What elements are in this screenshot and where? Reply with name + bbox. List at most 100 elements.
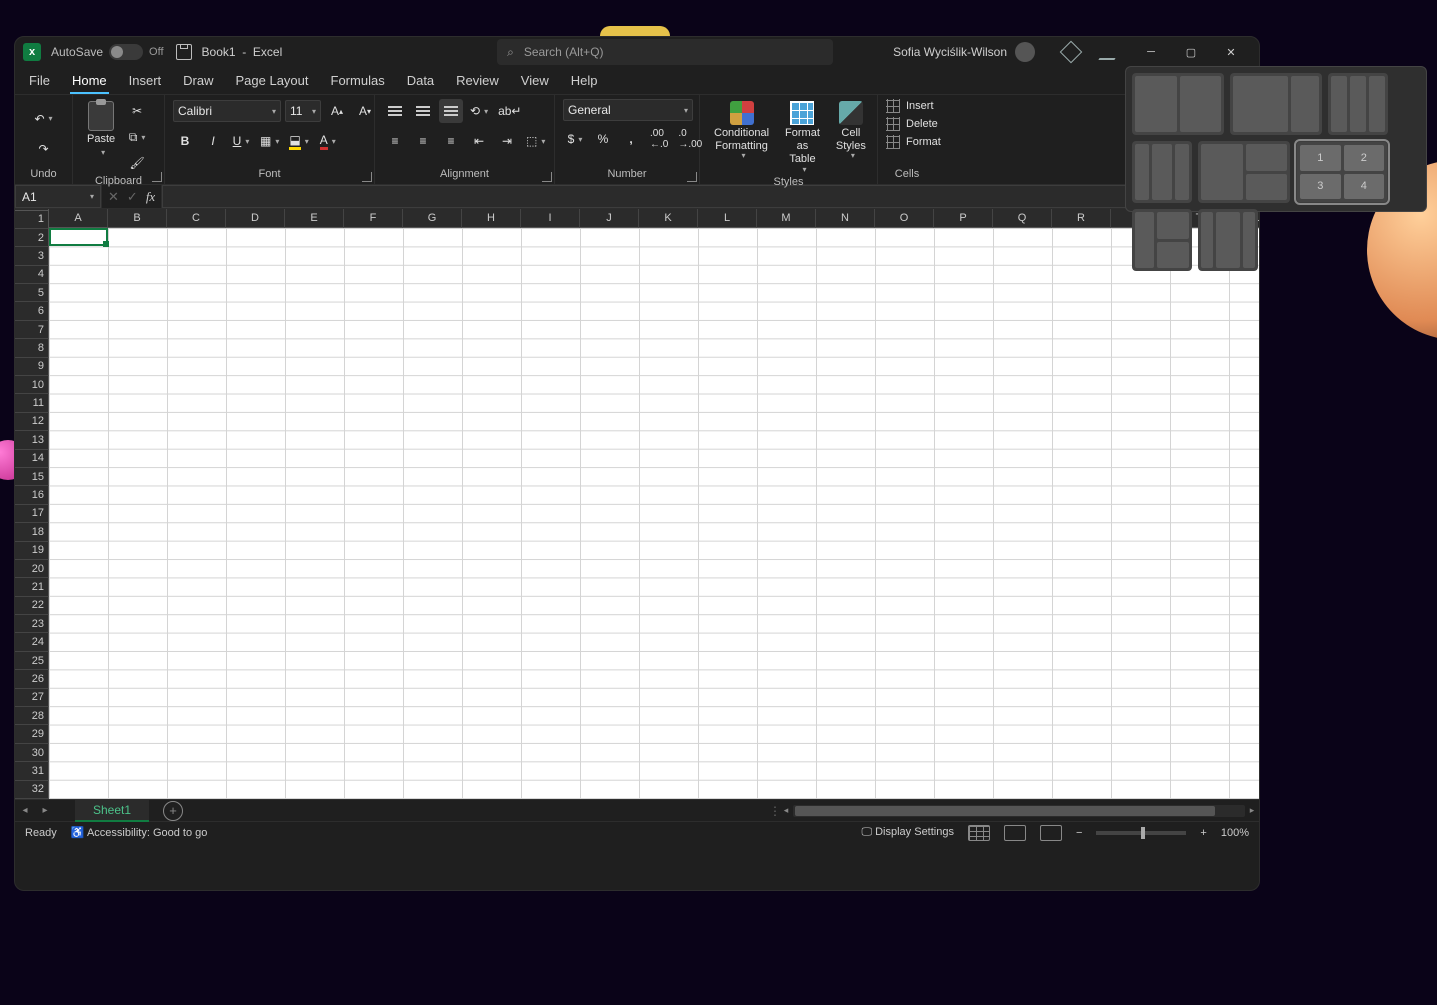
column-header[interactable]: H	[462, 209, 521, 228]
tab-view[interactable]: View	[519, 69, 551, 94]
merge-button[interactable]: ⬚▾	[523, 129, 548, 153]
row-header[interactable]: 22	[15, 597, 49, 615]
snap-layout-wide-thirds[interactable]	[1132, 141, 1192, 203]
row-header[interactable]: 30	[15, 744, 49, 762]
column-header[interactable]: N	[816, 209, 875, 228]
document-title[interactable]: Book1 - Excel	[202, 45, 283, 59]
row-header[interactable]: 5	[15, 284, 49, 302]
increase-indent-button[interactable]: ⇥	[495, 129, 519, 153]
column-header[interactable]: L	[698, 209, 757, 228]
underline-button[interactable]: U▾	[229, 129, 253, 153]
row-header[interactable]: 26	[15, 670, 49, 688]
row-header[interactable]: 17	[15, 505, 49, 523]
scroll-right-icon[interactable]: ▸	[1245, 805, 1259, 816]
percent-format-button[interactable]: %	[591, 127, 615, 151]
column-header[interactable]: A	[49, 209, 108, 228]
decrease-indent-button[interactable]: ⇤	[467, 129, 491, 153]
snap-zone-1[interactable]: 1	[1300, 145, 1341, 171]
row-header[interactable]: 3	[15, 247, 49, 265]
paste-button[interactable]: Paste ▾	[81, 99, 121, 160]
accounting-format-button[interactable]: $▾	[563, 127, 587, 151]
copy-button[interactable]: ⧉▾	[125, 125, 149, 149]
row-header[interactable]: 7	[15, 321, 49, 339]
orientation-button[interactable]: ⟲▾	[467, 99, 491, 123]
italic-button[interactable]: I	[201, 129, 225, 153]
row-header[interactable]: 24	[15, 633, 49, 651]
cell-styles-button[interactable]: Cell Styles▾	[830, 99, 872, 163]
formula-input[interactable]	[162, 185, 1243, 208]
column-header[interactable]: B	[108, 209, 167, 228]
enter-formula-icon[interactable]: ✓	[127, 189, 138, 205]
row-header[interactable]: 31	[15, 762, 49, 780]
align-middle-button[interactable]	[411, 99, 435, 123]
row-header[interactable]: 27	[15, 689, 49, 707]
clipboard-launcher[interactable]	[152, 172, 162, 182]
row-header[interactable]: 13	[15, 431, 49, 449]
alignment-launcher[interactable]	[542, 172, 552, 182]
snap-layout-two-thirds[interactable]	[1230, 73, 1322, 135]
font-launcher[interactable]	[362, 172, 372, 182]
insert-cells-button[interactable]: Insert	[886, 99, 934, 113]
format-cells-button[interactable]: Format	[886, 135, 941, 149]
zoom-slider[interactable]	[1096, 831, 1186, 835]
page-break-view-button[interactable]	[1040, 825, 1062, 841]
row-header[interactable]: 1	[15, 211, 49, 229]
column-header[interactable]: E	[285, 209, 344, 228]
zoom-level[interactable]: 100%	[1221, 827, 1249, 839]
cut-button[interactable]: ✂	[125, 99, 149, 123]
horizontal-scrollbar[interactable]: ◂ ▸	[779, 805, 1259, 817]
premium-icon[interactable]	[1051, 37, 1091, 67]
font-size-select[interactable]: 11▾	[285, 100, 321, 122]
save-icon[interactable]	[176, 44, 192, 60]
coming-soon-icon[interactable]	[1091, 37, 1131, 67]
tab-page-layout[interactable]: Page Layout	[234, 69, 311, 94]
maximize-button[interactable]: ▢	[1171, 37, 1211, 67]
row-header[interactable]: 14	[15, 450, 49, 468]
autosave-toggle[interactable]: AutoSave Off	[51, 44, 164, 60]
user-name[interactable]: Sofia Wyciślik-Wilson	[893, 45, 1007, 59]
row-header[interactable]: 12	[15, 413, 49, 431]
column-header[interactable]: F	[344, 209, 403, 228]
tab-formulas[interactable]: Formulas	[329, 69, 387, 94]
column-header[interactable]: R	[1052, 209, 1111, 228]
insert-function-icon[interactable]: fx	[146, 189, 155, 205]
tab-split-grip[interactable]: ⋮	[769, 804, 779, 818]
snap-layout-left-stack[interactable]	[1198, 141, 1290, 203]
font-name-select[interactable]: Calibri▾	[173, 100, 281, 122]
column-header[interactable]: D	[226, 209, 285, 228]
column-header[interactable]: P	[934, 209, 993, 228]
row-header[interactable]: 8	[15, 339, 49, 357]
tab-home[interactable]: Home	[70, 69, 109, 94]
column-header[interactable]: I	[521, 209, 580, 228]
align-center-button[interactable]: ≡	[411, 129, 435, 153]
snap-layout-half[interactable]	[1132, 73, 1224, 135]
tab-draw[interactable]: Draw	[181, 69, 215, 94]
bold-button[interactable]: B	[173, 129, 197, 153]
snap-layout-thirds[interactable]	[1328, 73, 1388, 135]
row-header[interactable]: 19	[15, 542, 49, 560]
column-header[interactable]: Q	[993, 209, 1052, 228]
row-header[interactable]: 29	[15, 725, 49, 743]
snap-layout-quad[interactable]: 1 2 3 4	[1296, 141, 1388, 203]
row-header[interactable]: 21	[15, 578, 49, 596]
row-header[interactable]: 6	[15, 302, 49, 320]
format-as-table-button[interactable]: Format as Table▾	[779, 99, 826, 176]
search-input[interactable]: ⌕ Search (Alt+Q)	[497, 39, 833, 65]
tab-data[interactable]: Data	[405, 69, 436, 94]
cell-area[interactable]	[49, 228, 1260, 799]
tab-review[interactable]: Review	[454, 69, 501, 94]
conditional-formatting-button[interactable]: Conditional Formatting▾	[708, 99, 775, 163]
borders-button[interactable]: ▦▾	[257, 129, 282, 153]
row-header[interactable]: 4	[15, 266, 49, 284]
column-header[interactable]: C	[167, 209, 226, 228]
redo-button[interactable]: ↷	[32, 137, 56, 161]
decrease-font-button[interactable]: A▾	[353, 99, 377, 123]
normal-view-button[interactable]	[968, 825, 990, 841]
row-header[interactable]: 16	[15, 486, 49, 504]
row-header[interactable]: 9	[15, 358, 49, 376]
zoom-in-button[interactable]: +	[1200, 827, 1206, 839]
close-button[interactable]: ✕	[1211, 37, 1251, 67]
zoom-out-button[interactable]: −	[1076, 827, 1082, 839]
snap-zone-2[interactable]: 2	[1344, 145, 1385, 171]
sheet-tab[interactable]: Sheet1	[75, 800, 149, 822]
